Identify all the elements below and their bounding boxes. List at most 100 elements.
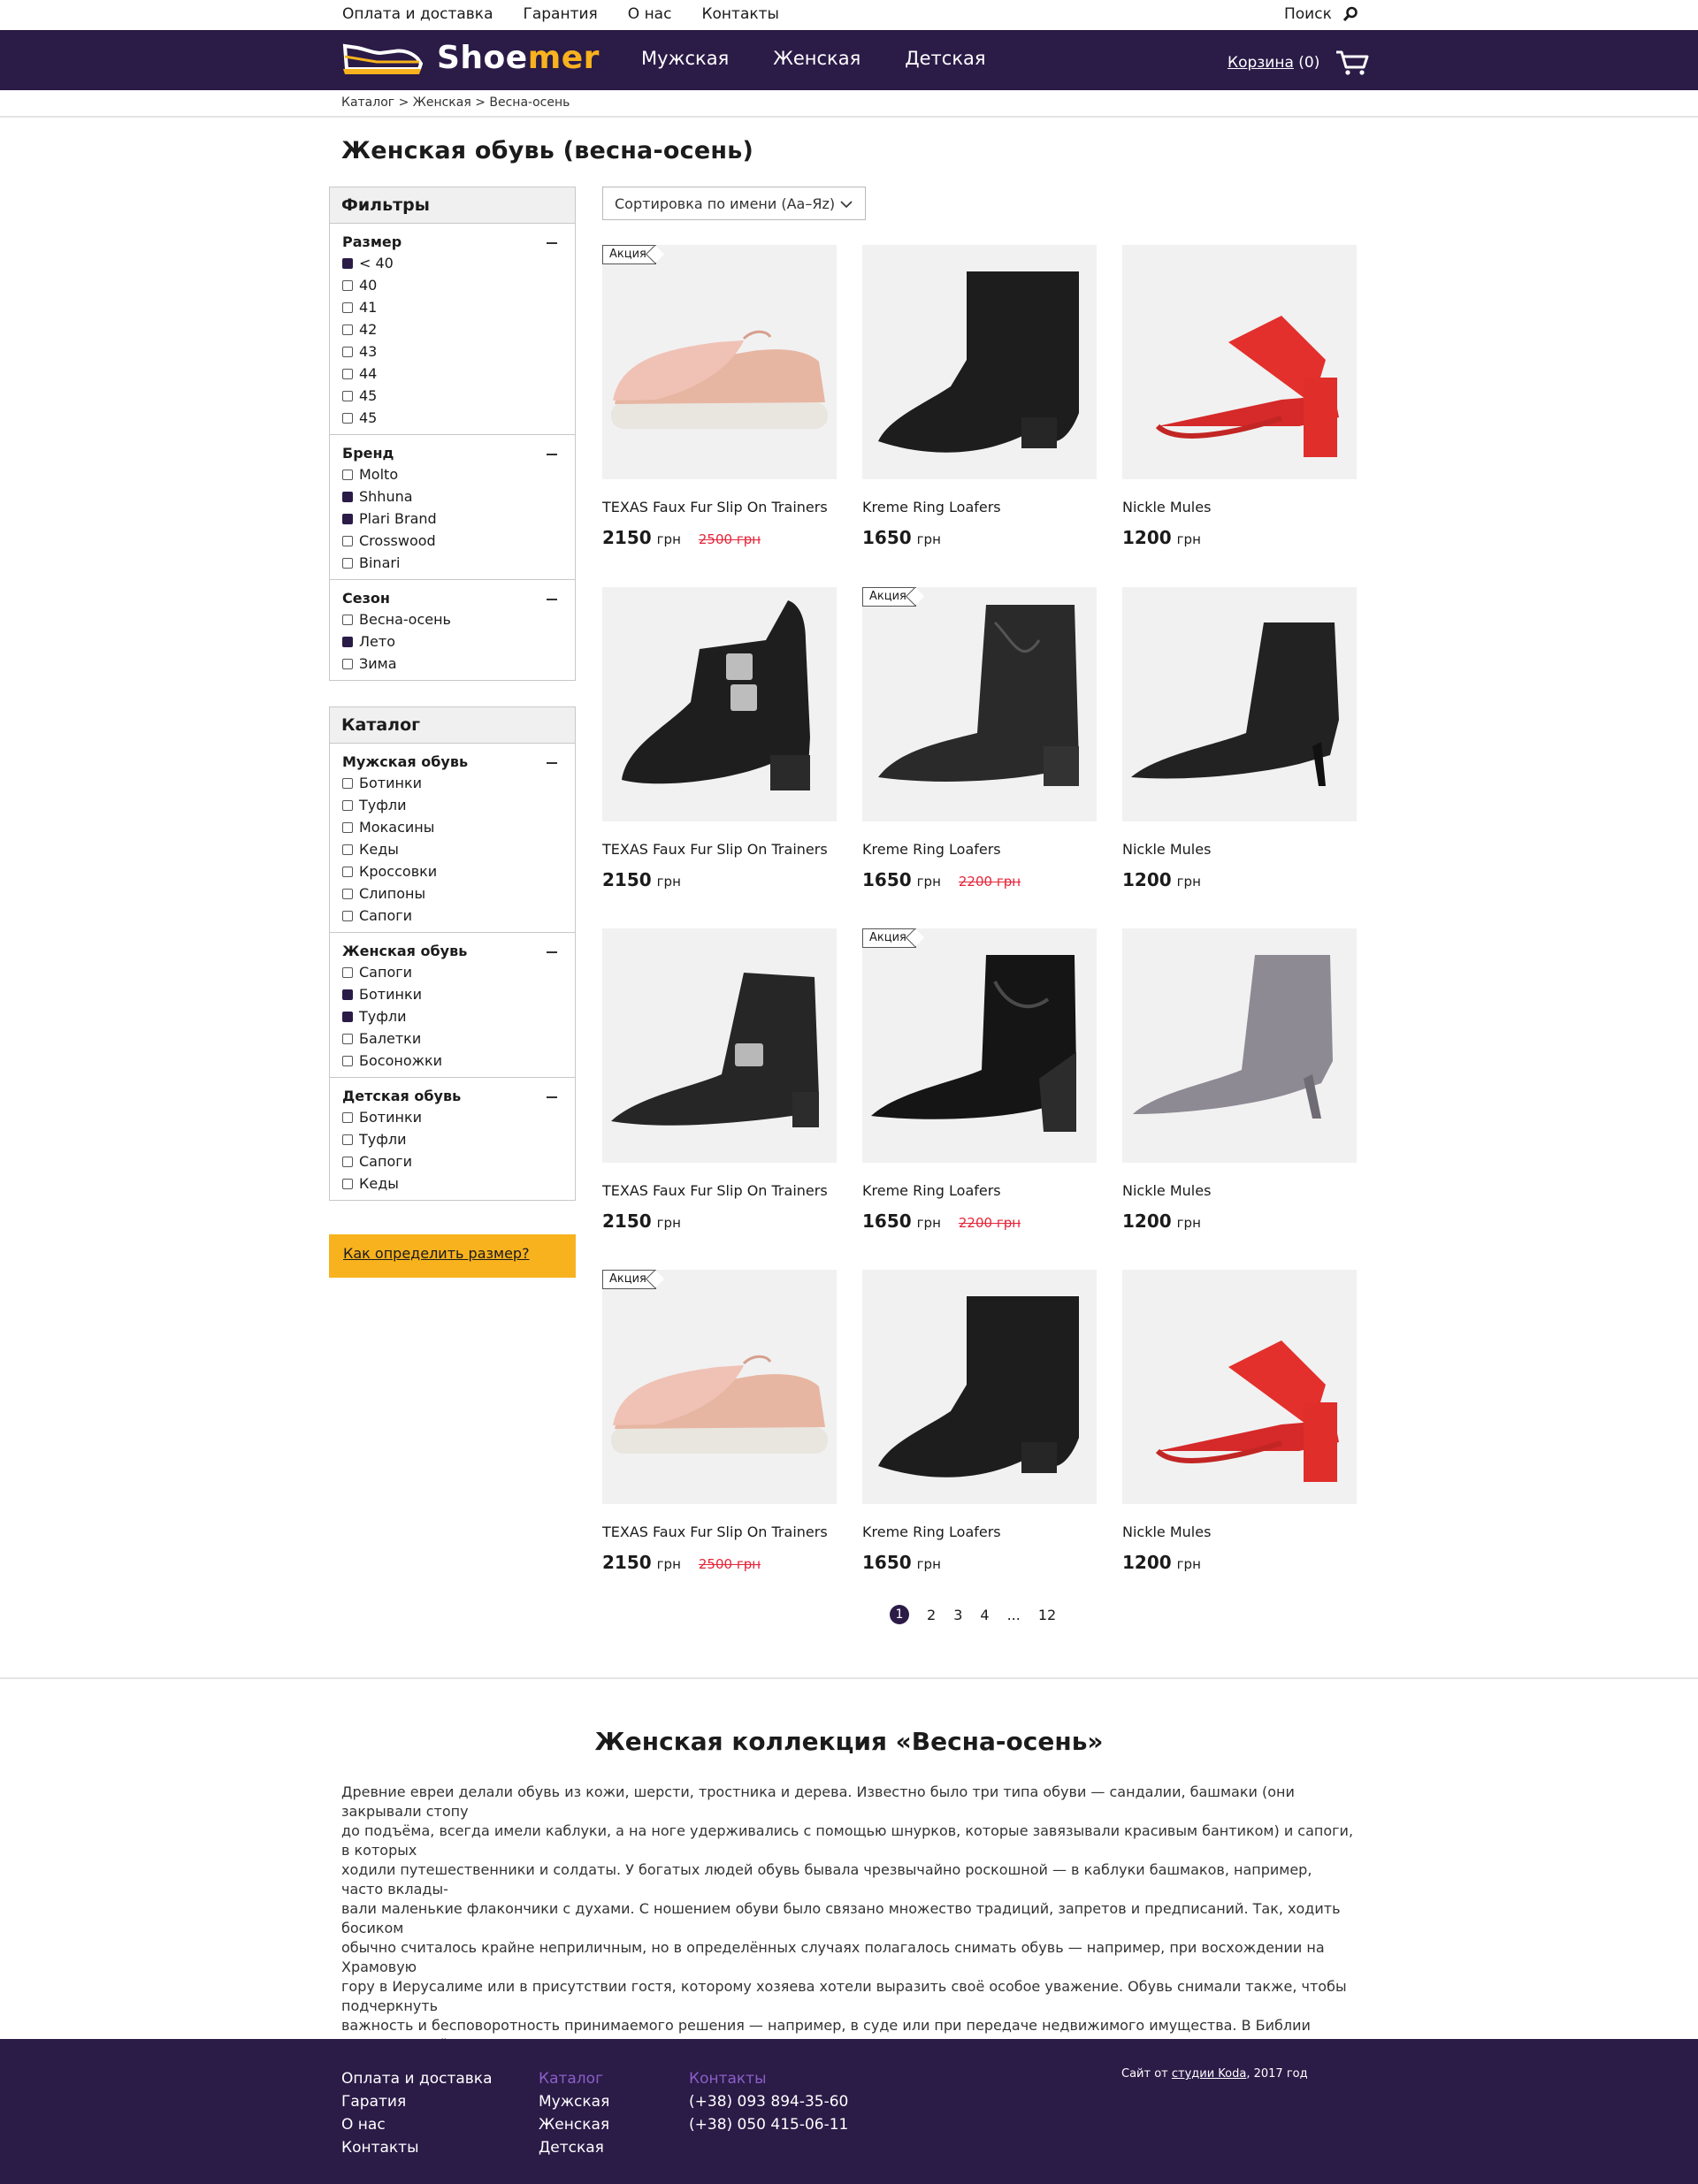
- checkbox-option[interactable]: Весна-осень: [342, 608, 575, 630]
- page-current[interactable]: 1: [890, 1605, 909, 1624]
- sort-select[interactable]: Сортировка по имени (Аа–Яz): [602, 187, 866, 220]
- checkbox[interactable]: [342, 1134, 353, 1145]
- checkbox-option[interactable]: 40: [342, 274, 575, 296]
- product-name[interactable]: Kreme Ring Loafers: [862, 841, 1097, 860]
- product-name[interactable]: Nickle Mules: [1122, 1182, 1357, 1202]
- checkbox[interactable]: [342, 390, 353, 401]
- checkbox[interactable]: [342, 412, 353, 424]
- checkbox[interactable]: [342, 866, 353, 877]
- product-image[interactable]: [862, 1270, 1097, 1504]
- checkbox-option[interactable]: Molto: [342, 463, 575, 485]
- checkbox[interactable]: [342, 469, 353, 480]
- nav-men[interactable]: Мужская: [641, 48, 729, 69]
- checkbox-option[interactable]: Ботинки: [342, 983, 575, 1005]
- checkbox[interactable]: [342, 614, 353, 625]
- checkbox-option[interactable]: Сапоги: [342, 905, 575, 927]
- product-image[interactable]: [1122, 587, 1357, 821]
- checkbox-option[interactable]: Балетки: [342, 1027, 575, 1050]
- checkbox-option[interactable]: Зима: [342, 653, 575, 675]
- checkbox[interactable]: [342, 799, 353, 811]
- logo[interactable]: Shoemer: [341, 39, 600, 76]
- product-name[interactable]: TEXAS Faux Fur Slip On Trainers: [602, 1523, 837, 1543]
- checkbox[interactable]: [342, 777, 353, 789]
- checkbox[interactable]: [342, 302, 353, 313]
- checkbox-option[interactable]: Туфли: [342, 1128, 575, 1150]
- checkbox-option[interactable]: Кеды: [342, 1172, 575, 1195]
- collapse-minus-icon[interactable]: [547, 951, 557, 953]
- collapse-minus-icon[interactable]: [547, 242, 557, 244]
- product-card[interactable]: Nickle Mules 1200 грн: [1122, 587, 1357, 890]
- product-card[interactable]: Акция Kreme Ring Loafers 1650 грн 2200 грн: [862, 928, 1097, 1232]
- product-name[interactable]: Nickle Mules: [1122, 841, 1357, 860]
- checkbox[interactable]: [342, 279, 353, 291]
- checkbox-option[interactable]: Мокасины: [342, 816, 575, 838]
- checkbox-option[interactable]: Сапоги: [342, 1150, 575, 1172]
- product-name[interactable]: Kreme Ring Loafers: [862, 1182, 1097, 1202]
- product-name[interactable]: Kreme Ring Loafers: [862, 1523, 1097, 1543]
- product-image[interactable]: [1122, 928, 1357, 1163]
- footer-phone[interactable]: (+38) 093 894-35-60: [689, 2090, 848, 2113]
- checkbox[interactable]: [342, 844, 353, 855]
- collapse-minus-icon[interactable]: [547, 762, 557, 764]
- checkbox[interactable]: [342, 368, 353, 379]
- product-name[interactable]: TEXAS Faux Fur Slip On Trainers: [602, 499, 837, 518]
- page-link[interactable]: 12: [1038, 1607, 1056, 1623]
- checkbox-option[interactable]: Туфли: [342, 1005, 575, 1027]
- breadcrumb[interactable]: Каталог > Женская > Весна-осень: [341, 95, 570, 110]
- footer-link[interactable]: Оплата и доставка: [341, 2067, 492, 2090]
- checkbox[interactable]: [342, 658, 353, 669]
- collapse-minus-icon[interactable]: [547, 599, 557, 600]
- checkbox[interactable]: [342, 324, 353, 335]
- product-name[interactable]: Nickle Mules: [1122, 1523, 1357, 1543]
- checkbox[interactable]: [342, 513, 353, 524]
- checkbox-option[interactable]: Shhuna: [342, 485, 575, 508]
- nav-kids[interactable]: Детская: [905, 48, 985, 69]
- product-name[interactable]: Nickle Mules: [1122, 499, 1357, 518]
- checkbox[interactable]: [342, 1111, 353, 1123]
- footer-phone[interactable]: (+38) 050 415-06-11: [689, 2113, 848, 2136]
- collapse-minus-icon[interactable]: [547, 454, 557, 455]
- top-link-warranty[interactable]: Гарантия: [523, 5, 597, 23]
- product-card[interactable]: TEXAS Faux Fur Slip On Trainers 2150 грн: [602, 587, 837, 890]
- checkbox-option[interactable]: 44: [342, 363, 575, 385]
- checkbox[interactable]: [342, 257, 353, 269]
- checkbox-option[interactable]: Кроссовки: [342, 860, 575, 882]
- cart-button[interactable]: Корзина (0): [1228, 50, 1369, 76]
- product-image[interactable]: Акция: [602, 1270, 837, 1504]
- checkbox-option[interactable]: Босоножки: [342, 1050, 575, 1072]
- checkbox-option[interactable]: Слипоны: [342, 882, 575, 905]
- product-image[interactable]: Акция: [602, 245, 837, 479]
- checkbox[interactable]: [342, 1055, 353, 1066]
- checkbox[interactable]: [342, 966, 353, 978]
- checkbox-option[interactable]: Binari: [342, 552, 575, 574]
- checkbox[interactable]: [342, 491, 353, 502]
- product-card[interactable]: Nickle Mules 1200 грн: [1122, 245, 1357, 548]
- product-card[interactable]: Акция Kreme Ring Loafers 1650 грн 2200 грн: [862, 587, 1097, 890]
- credit-link[interactable]: студии Koda: [1172, 2067, 1246, 2081]
- product-card[interactable]: Kreme Ring Loafers 1650 грн: [862, 245, 1097, 548]
- checkbox[interactable]: [342, 557, 353, 569]
- checkbox-option[interactable]: Crosswood: [342, 530, 575, 552]
- product-image[interactable]: Акция: [862, 587, 1097, 821]
- checkbox[interactable]: [342, 535, 353, 546]
- footer-link[interactable]: Женская: [539, 2113, 609, 2136]
- checkbox-option[interactable]: 45: [342, 407, 575, 429]
- footer-link[interactable]: Детская: [539, 2136, 609, 2159]
- product-name[interactable]: TEXAS Faux Fur Slip On Trainers: [602, 841, 837, 860]
- footer-link[interactable]: О нас: [341, 2113, 492, 2136]
- footer-link[interactable]: Гаратия: [341, 2090, 492, 2113]
- checkbox[interactable]: [342, 888, 353, 899]
- checkbox[interactable]: [342, 636, 353, 647]
- checkbox[interactable]: [342, 1178, 353, 1189]
- checkbox-option[interactable]: Лето: [342, 630, 575, 653]
- checkbox[interactable]: [342, 1033, 353, 1044]
- checkbox-option[interactable]: Plari Brand: [342, 508, 575, 530]
- product-name[interactable]: TEXAS Faux Fur Slip On Trainers: [602, 1182, 837, 1202]
- page-link[interactable]: 4: [980, 1607, 989, 1623]
- top-link-about[interactable]: О нас: [628, 5, 672, 23]
- size-help-link[interactable]: Как определить размер?: [329, 1234, 576, 1278]
- checkbox[interactable]: [342, 1011, 353, 1022]
- top-link-contacts[interactable]: Контакты: [701, 5, 779, 23]
- page-link[interactable]: 2: [927, 1607, 936, 1623]
- product-card[interactable]: Акция TEXAS Faux Fur Slip On Trainers 2150…: [602, 245, 837, 548]
